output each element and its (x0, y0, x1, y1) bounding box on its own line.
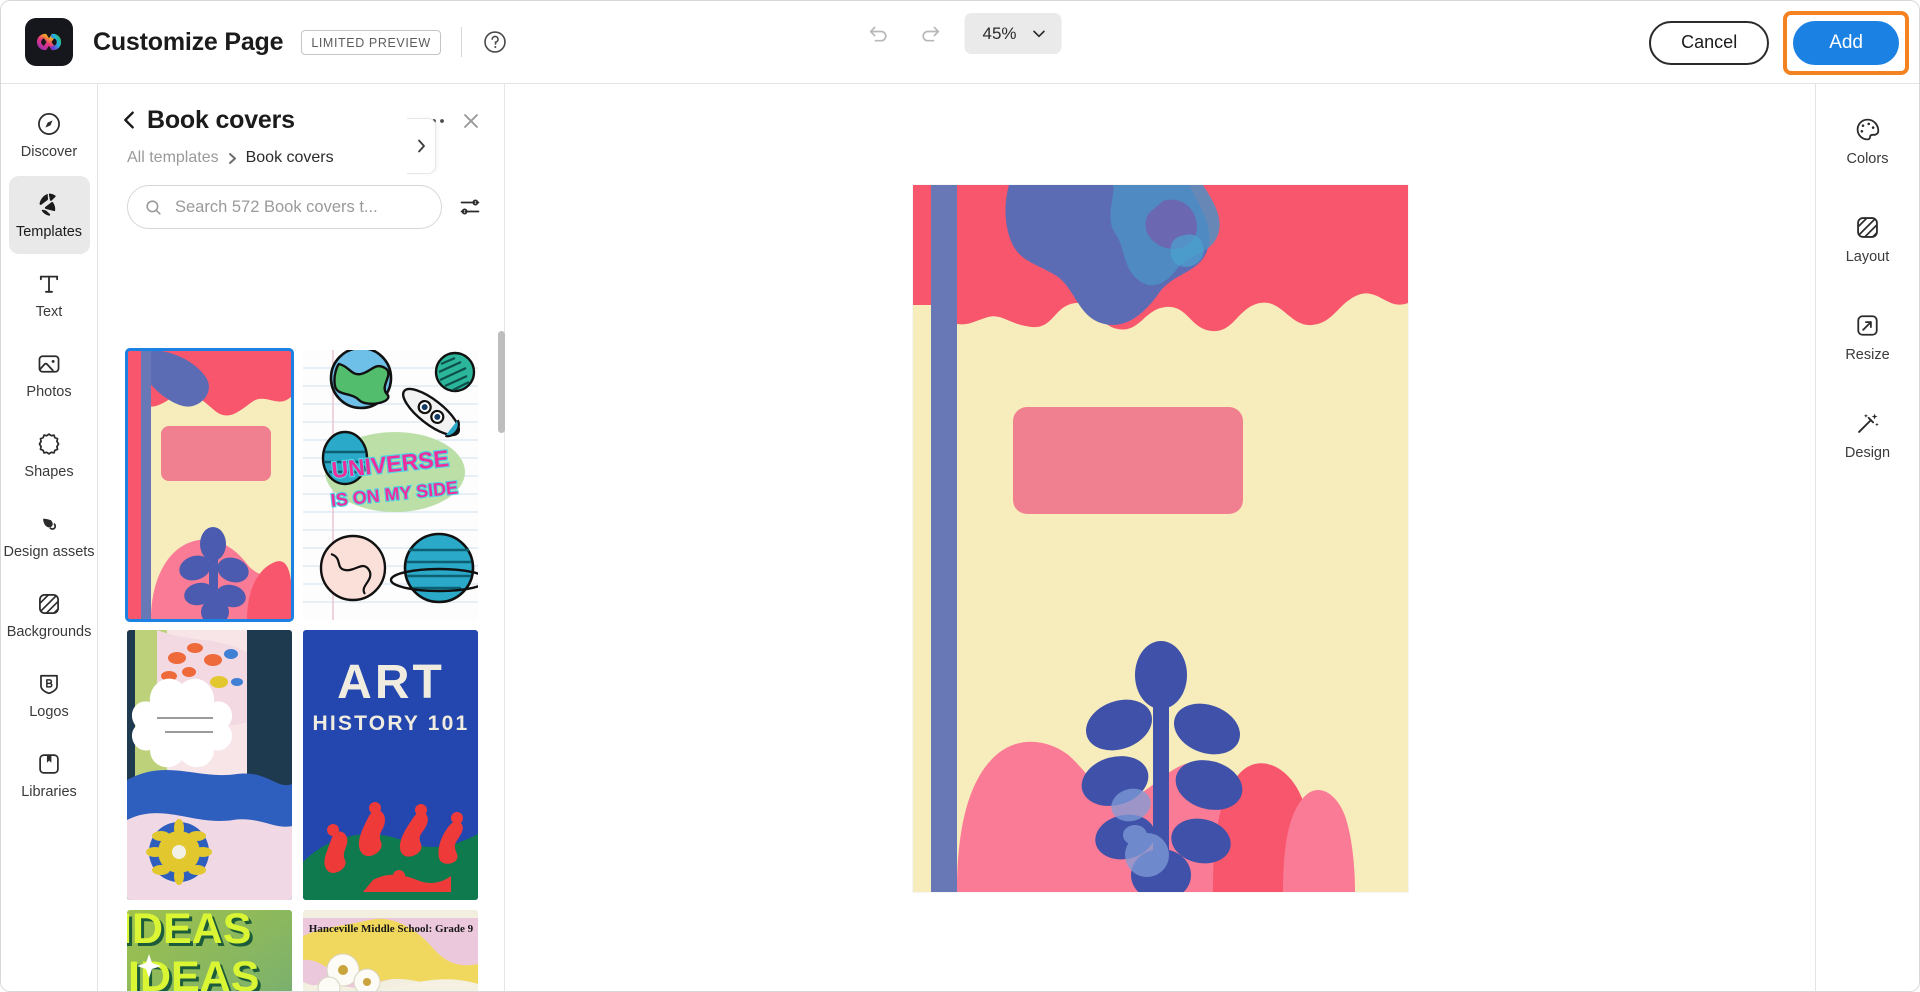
sidebar-item-label: Logos (29, 703, 69, 720)
sidebar-item-label: Backgrounds (6, 623, 92, 640)
compass-icon (36, 111, 62, 137)
right-item-label: Colors (1846, 150, 1889, 167)
svg-text:IDEAS: IDEAS (127, 910, 251, 953)
search-input[interactable]: Search 572 Book covers t... (127, 185, 442, 229)
sidebar-item-label: Shapes (24, 463, 74, 480)
sidebar-item-label: Text (35, 303, 63, 320)
canvas-area[interactable] (506, 84, 1815, 991)
breadcrumb-current: Book covers (245, 149, 334, 166)
template-card-pink-blue-botanical[interactable] (125, 348, 294, 622)
left-sidebar: Discover Templates Text Photos Shapes De… (1, 84, 98, 991)
right-sidebar: Colors Layout Resize Design (1815, 84, 1919, 991)
photo-icon (36, 351, 62, 377)
chevron-left-icon[interactable] (121, 109, 137, 131)
templates-icon (36, 191, 62, 217)
sidebar-item-label: Design assets (3, 543, 95, 560)
zoom-level-value: 45% (982, 23, 1017, 43)
sidebar-item-backgrounds[interactable]: Backgrounds (6, 576, 92, 654)
sidebar-item-label: Templates (15, 223, 83, 240)
right-item-colors[interactable]: Colors (1825, 100, 1911, 182)
resize-icon (1854, 312, 1881, 339)
sidebar-item-photos[interactable]: Photos (9, 336, 90, 414)
libraries-book-icon (36, 751, 62, 777)
template-card-ideas[interactable]: IDEASIDEAS IDEASIDEAS IDEASIDEAS IDEASID… (127, 910, 292, 991)
add-button-highlight: Add (1783, 10, 1909, 75)
template-card-art-history[interactable]: ART HISTORY 101 (303, 630, 478, 900)
breadcrumb: All templates Book covers (99, 135, 504, 167)
undo-icon[interactable] (860, 16, 896, 52)
layout-icon (1854, 214, 1881, 241)
right-item-label: Layout (1845, 248, 1890, 265)
right-item-resize[interactable]: Resize (1825, 296, 1911, 378)
redo-icon[interactable] (912, 16, 948, 52)
breadcrumb-separator-icon (228, 152, 237, 165)
sidebar-item-libraries[interactable]: Libraries (9, 736, 90, 814)
backgrounds-icon (36, 591, 62, 617)
sidebar-item-templates[interactable]: Templates (8, 176, 90, 254)
sidebar-item-label: Libraries (21, 783, 77, 800)
chevron-down-icon (1031, 25, 1048, 42)
magic-wand-icon (1854, 410, 1881, 437)
panel-header: Book covers (99, 84, 504, 135)
sidebar-item-label: Photos (26, 383, 72, 400)
template-card-floral-flower[interactable] (127, 630, 292, 900)
canvas-tools: 45% (860, 13, 1062, 54)
panel-title: Book covers (147, 106, 295, 134)
panel-expand-button[interactable] (407, 118, 436, 174)
help-circle-icon[interactable] (480, 27, 510, 57)
zoom-level-select[interactable]: 45% (964, 13, 1062, 54)
limited-preview-badge: LIMITED PREVIEW (301, 29, 441, 55)
adobe-express-logo-icon (25, 18, 73, 66)
search-row: Search 572 Book covers t... (99, 167, 504, 229)
breadcrumb-all-templates[interactable]: All templates (127, 149, 219, 167)
app-window: Customize Page LIMITED PREVIEW 45% Cance… (0, 0, 1920, 992)
shapes-burst-icon (36, 431, 62, 457)
cancel-button[interactable]: Cancel (1649, 20, 1770, 65)
header-actions: Cancel Add (1649, 1, 1919, 84)
book-cover-artboard[interactable] (913, 185, 1408, 892)
svg-text:HISTORY 101: HISTORY 101 (313, 712, 470, 735)
templates-panel: Book covers All templates Book covers Se… (99, 84, 505, 991)
design-assets-icon (36, 511, 62, 537)
right-item-design[interactable]: Design (1825, 394, 1911, 476)
sidebar-item-logos[interactable]: Logos (9, 656, 90, 734)
logos-badge-icon (36, 671, 62, 697)
text-t-icon (36, 271, 62, 297)
close-icon[interactable] (460, 110, 482, 132)
right-item-layout[interactable]: Layout (1825, 198, 1911, 280)
sidebar-item-text[interactable]: Text (9, 256, 90, 334)
chevron-right-icon (415, 138, 427, 154)
top-bar: Customize Page LIMITED PREVIEW 45% Cance… (1, 1, 1919, 84)
sidebar-item-label: Discover (20, 143, 78, 160)
header-divider (460, 27, 462, 57)
right-item-label: Design (1844, 444, 1891, 461)
sidebar-item-design-assets[interactable]: Design assets (3, 496, 95, 574)
search-placeholder: Search 572 Book covers t... (175, 197, 378, 216)
template-grid-scroll[interactable]: UNIVERSE IS ON MY SIDE ART HISTORY 101 I… (99, 336, 505, 991)
panel-scrollbar[interactable] (498, 331, 505, 433)
page-title: Customize Page (93, 27, 284, 56)
svg-text:Hanceville Middle School: Grad: Hanceville Middle School: Grade 9 (309, 923, 474, 935)
sidebar-item-discover[interactable]: Discover (9, 96, 90, 174)
add-button[interactable]: Add (1793, 20, 1899, 65)
search-icon (144, 198, 163, 217)
svg-text:ART: ART (337, 656, 445, 709)
template-grid: UNIVERSE IS ON MY SIDE ART HISTORY 101 I… (99, 336, 505, 991)
right-item-label: Resize (1845, 346, 1890, 363)
template-card-art-portfolio[interactable]: Hanceville Middle School: Grade 9 ’s Art… (303, 910, 478, 991)
palette-icon (1854, 116, 1881, 143)
sidebar-item-shapes[interactable]: Shapes (9, 416, 90, 494)
template-card-universe[interactable]: UNIVERSE IS ON MY SIDE (303, 350, 478, 620)
filter-sliders-icon[interactable] (458, 195, 482, 219)
